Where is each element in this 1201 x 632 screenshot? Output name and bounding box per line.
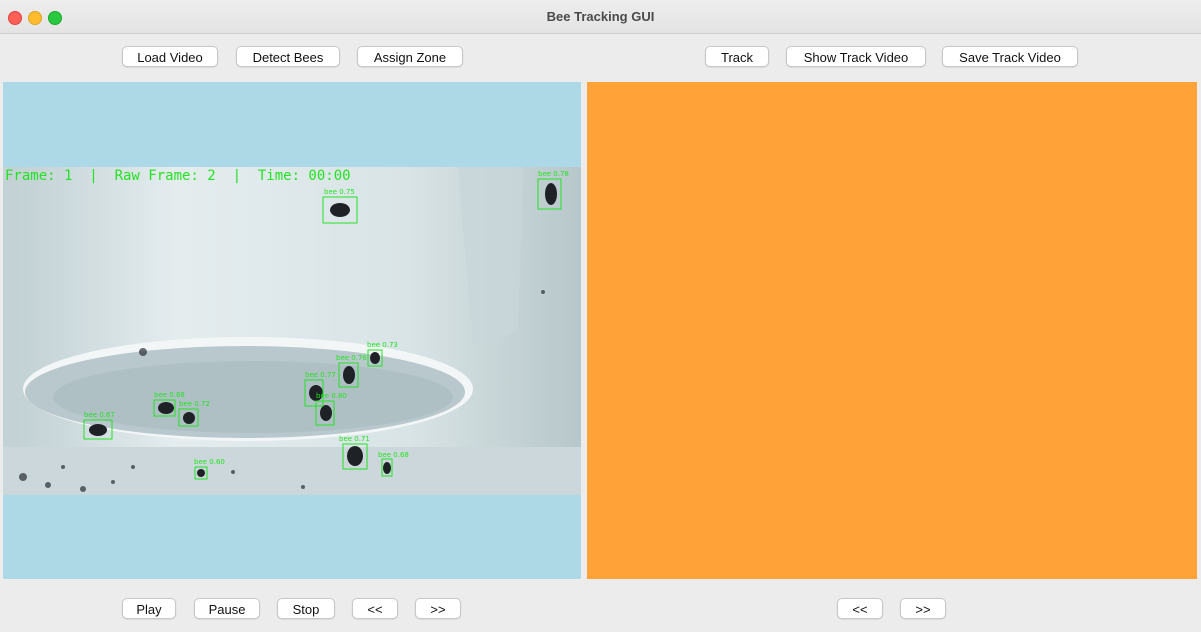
- detection-label: bee 0.71: [339, 435, 370, 443]
- detection-label: bee 0.67: [84, 411, 115, 419]
- frame-info-overlay: Frame: 1 | Raw Frame: 2 | Time: 00:00: [5, 168, 351, 184]
- pause-button[interactable]: Pause: [194, 598, 260, 619]
- detection-label: bee 0.75: [324, 188, 355, 196]
- detection-label: bee 0.78: [538, 170, 569, 178]
- window-title: Bee Tracking GUI: [546, 9, 655, 24]
- track-button[interactable]: Track: [705, 46, 769, 67]
- detection-label: bee 0.68: [378, 451, 409, 459]
- track-next-button[interactable]: >>: [900, 598, 946, 619]
- load-video-button[interactable]: Load Video: [122, 46, 218, 67]
- track-previous-button[interactable]: <<: [837, 598, 883, 619]
- track-panel: [587, 82, 1197, 579]
- show-track-video-button[interactable]: Show Track Video: [786, 46, 926, 67]
- detection-label: bee 0.76: [336, 354, 367, 362]
- detection-label: bee 0.72: [179, 400, 210, 408]
- assign-zone-button[interactable]: Assign Zone: [357, 46, 463, 67]
- detection-label: bee 0.73: [367, 341, 398, 349]
- previous-frame-button[interactable]: <<: [352, 598, 398, 619]
- detection-label: bee 0.68: [154, 391, 185, 399]
- stop-button[interactable]: Stop: [277, 598, 335, 619]
- video-frame: bee 0.75 bee 0.78 bee 0.67 bee 0.68 bee …: [3, 167, 581, 495]
- app-window: Bee Tracking GUI Load Video Detect Bees …: [0, 0, 1201, 632]
- detect-bees-button[interactable]: Detect Bees: [236, 46, 340, 67]
- video-panel: bee 0.75 bee 0.78 bee 0.67 bee 0.68 bee …: [3, 82, 581, 579]
- detection-label: bee 0.60: [194, 458, 225, 466]
- title-bar: Bee Tracking GUI: [0, 0, 1201, 34]
- video-frame-drawing: bee 0.75 bee 0.78 bee 0.67 bee 0.68 bee …: [3, 167, 581, 495]
- detection-label: bee 0.77: [305, 371, 336, 379]
- next-frame-button[interactable]: >>: [415, 598, 461, 619]
- play-button[interactable]: Play: [122, 598, 176, 619]
- save-track-video-button[interactable]: Save Track Video: [942, 46, 1078, 67]
- detection-label: bee 0.80: [316, 392, 347, 400]
